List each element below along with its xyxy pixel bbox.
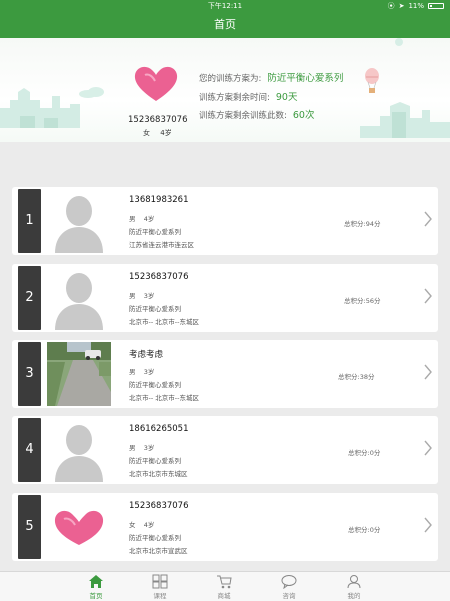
card-index: 3 (18, 342, 41, 406)
plan-label: 您的训练方案为: (199, 74, 262, 84)
card-address: 北京市北京市宣武区 (129, 547, 188, 555)
cart-icon (217, 575, 232, 589)
time-value: 90天 (275, 92, 298, 103)
profile-phone: 15236837076 (128, 115, 188, 125)
sun-decoration (395, 38, 403, 46)
card-gender: 男 (129, 444, 136, 452)
profile-gender-age: 女 4岁 (143, 128, 172, 138)
card-name: 15236837076 (129, 501, 189, 511)
card-age: 3岁 (143, 292, 155, 300)
card-address: 北京市北京市东城区 (129, 470, 188, 478)
tab-consult[interactable]: 咨询 (269, 574, 309, 600)
plan-row: 您的训练方案为: 防近平衡心爱系列 (199, 70, 343, 84)
heart-icon (134, 66, 178, 101)
card-score: 总积分:94分 (344, 220, 381, 228)
card-name: 13681983261 (129, 195, 189, 205)
card-name: 15236837076 (129, 272, 189, 282)
plan-value: 防近平衡心爱系列 (267, 73, 344, 84)
user-card[interactable]: 2 15236837076 男 3岁 防近平衡心爱系列 北京市-- 北京市--东… (12, 264, 438, 332)
card-gender-age: 男 4岁 (129, 213, 154, 223)
card-age: 4岁 (143, 521, 155, 529)
card-score: 总积分:0分 (348, 526, 381, 534)
card-plan: 防近平衡心爱系列 (129, 534, 181, 542)
card-address: 北京市-- 北京市--东城区 (129, 394, 199, 402)
card-address: 江苏省连云港市连云区 (129, 241, 194, 249)
battery-icon (428, 3, 444, 9)
chevron-right-icon (424, 211, 432, 227)
card-score: 总积分:38分 (338, 373, 375, 381)
heart-icon (47, 495, 111, 559)
chat-icon (281, 575, 297, 589)
card-gender: 男 (129, 292, 136, 300)
home-icon (89, 575, 103, 588)
card-gender: 女 (129, 521, 136, 529)
time-label: 训练方案剩余时间: (199, 93, 270, 103)
tab-label: 我的 (347, 592, 361, 600)
card-plan: 防近平衡心爱系列 (129, 381, 181, 389)
chevron-right-icon (424, 440, 432, 456)
profile-gender: 女 (143, 129, 150, 137)
card-gender-age: 男 3岁 (129, 442, 154, 452)
silhouette-icon (47, 266, 111, 330)
location-icon: ➤ (398, 2, 405, 10)
battery-percent: 11% (408, 2, 424, 10)
card-index: 5 (18, 495, 41, 559)
user-card[interactable]: 1 13681983261 男 4岁 防近平衡心爱系列 江苏省连云港市连云区 总… (12, 187, 438, 255)
card-plan: 防近平衡心爱系列 (129, 457, 181, 465)
card-address: 北京市-- 北京市--东城区 (129, 318, 199, 326)
tab-bar: 首页 课程 商城 咨询 我的 (0, 571, 450, 601)
city-skyline-left-decoration (0, 88, 80, 128)
card-age: 3岁 (143, 444, 155, 452)
city-skyline-right-decoration (360, 102, 450, 138)
chevron-right-icon (424, 288, 432, 304)
status-time: 下午12:11 (207, 2, 243, 10)
tab-shop[interactable]: 商城 (204, 574, 244, 600)
page-title: 首页 (214, 18, 236, 31)
cloud-decoration (79, 87, 104, 98)
tab-label: 咨询 (282, 592, 296, 600)
tab-label: 首页 (89, 592, 103, 600)
status-bar: 下午12:11 ⦿ ➤ 11% (0, 0, 450, 12)
street-photo (47, 342, 111, 406)
silhouette-icon (47, 189, 111, 253)
profile-age: 4岁 (160, 129, 172, 137)
count-label: 训练方案剩余训练此数: (199, 111, 287, 121)
chevron-right-icon (424, 517, 432, 533)
card-index: 1 (18, 189, 41, 253)
status-icons: ⦿ ➤ 11% (388, 0, 444, 12)
card-index: 2 (18, 266, 41, 330)
card-score: 总积分:0分 (348, 449, 381, 457)
card-index: 4 (18, 418, 41, 482)
tab-label: 商城 (217, 592, 231, 600)
card-plan: 防近平衡心爱系列 (129, 228, 181, 236)
card-name: 18616265051 (129, 424, 189, 434)
tab-label: 课程 (153, 592, 167, 600)
card-score: 总积分:56分 (344, 297, 381, 305)
silhouette-icon (47, 418, 111, 482)
user-card[interactable]: 5 15236837076 女 4岁 防近平衡心爱系列 北京市北京市宣武区 总积… (12, 493, 438, 561)
card-gender: 男 (129, 368, 136, 376)
time-row: 训练方案剩余时间: 90天 (199, 89, 297, 103)
card-age: 4岁 (143, 215, 155, 223)
user-icon (347, 575, 361, 589)
card-age: 3岁 (143, 368, 155, 376)
card-gender-age: 男 3岁 (129, 366, 154, 376)
tab-home[interactable]: 首页 (76, 574, 116, 600)
grid-icon (152, 574, 168, 589)
count-row: 训练方案剩余训练此数: 60次 (199, 107, 314, 121)
lock-rotation-icon: ⦿ (387, 2, 395, 10)
tab-courses[interactable]: 课程 (140, 574, 180, 600)
chevron-right-icon (424, 364, 432, 380)
tab-mine[interactable]: 我的 (334, 574, 374, 600)
card-name: 考虑考虑 (129, 350, 164, 360)
user-card[interactable]: 3 考虑考虑 男 3岁 防近平衡心爱系列 北京市-- 北京市--东城区 总积分:… (12, 340, 438, 408)
count-value: 60次 (292, 110, 315, 121)
card-gender: 男 (129, 215, 136, 223)
nav-bar: 首页 (0, 12, 450, 38)
card-plan: 防近平衡心爱系列 (129, 305, 181, 313)
profile-banner: 15236837076 女 4岁 您的训练方案为: 防近平衡心爱系列 训练方案剩余… (0, 38, 450, 142)
user-card[interactable]: 4 18616265051 男 3岁 防近平衡心爱系列 北京市北京市东城区 总积… (12, 416, 438, 484)
card-gender-age: 女 4岁 (129, 519, 154, 529)
card-gender-age: 男 3岁 (129, 290, 154, 300)
